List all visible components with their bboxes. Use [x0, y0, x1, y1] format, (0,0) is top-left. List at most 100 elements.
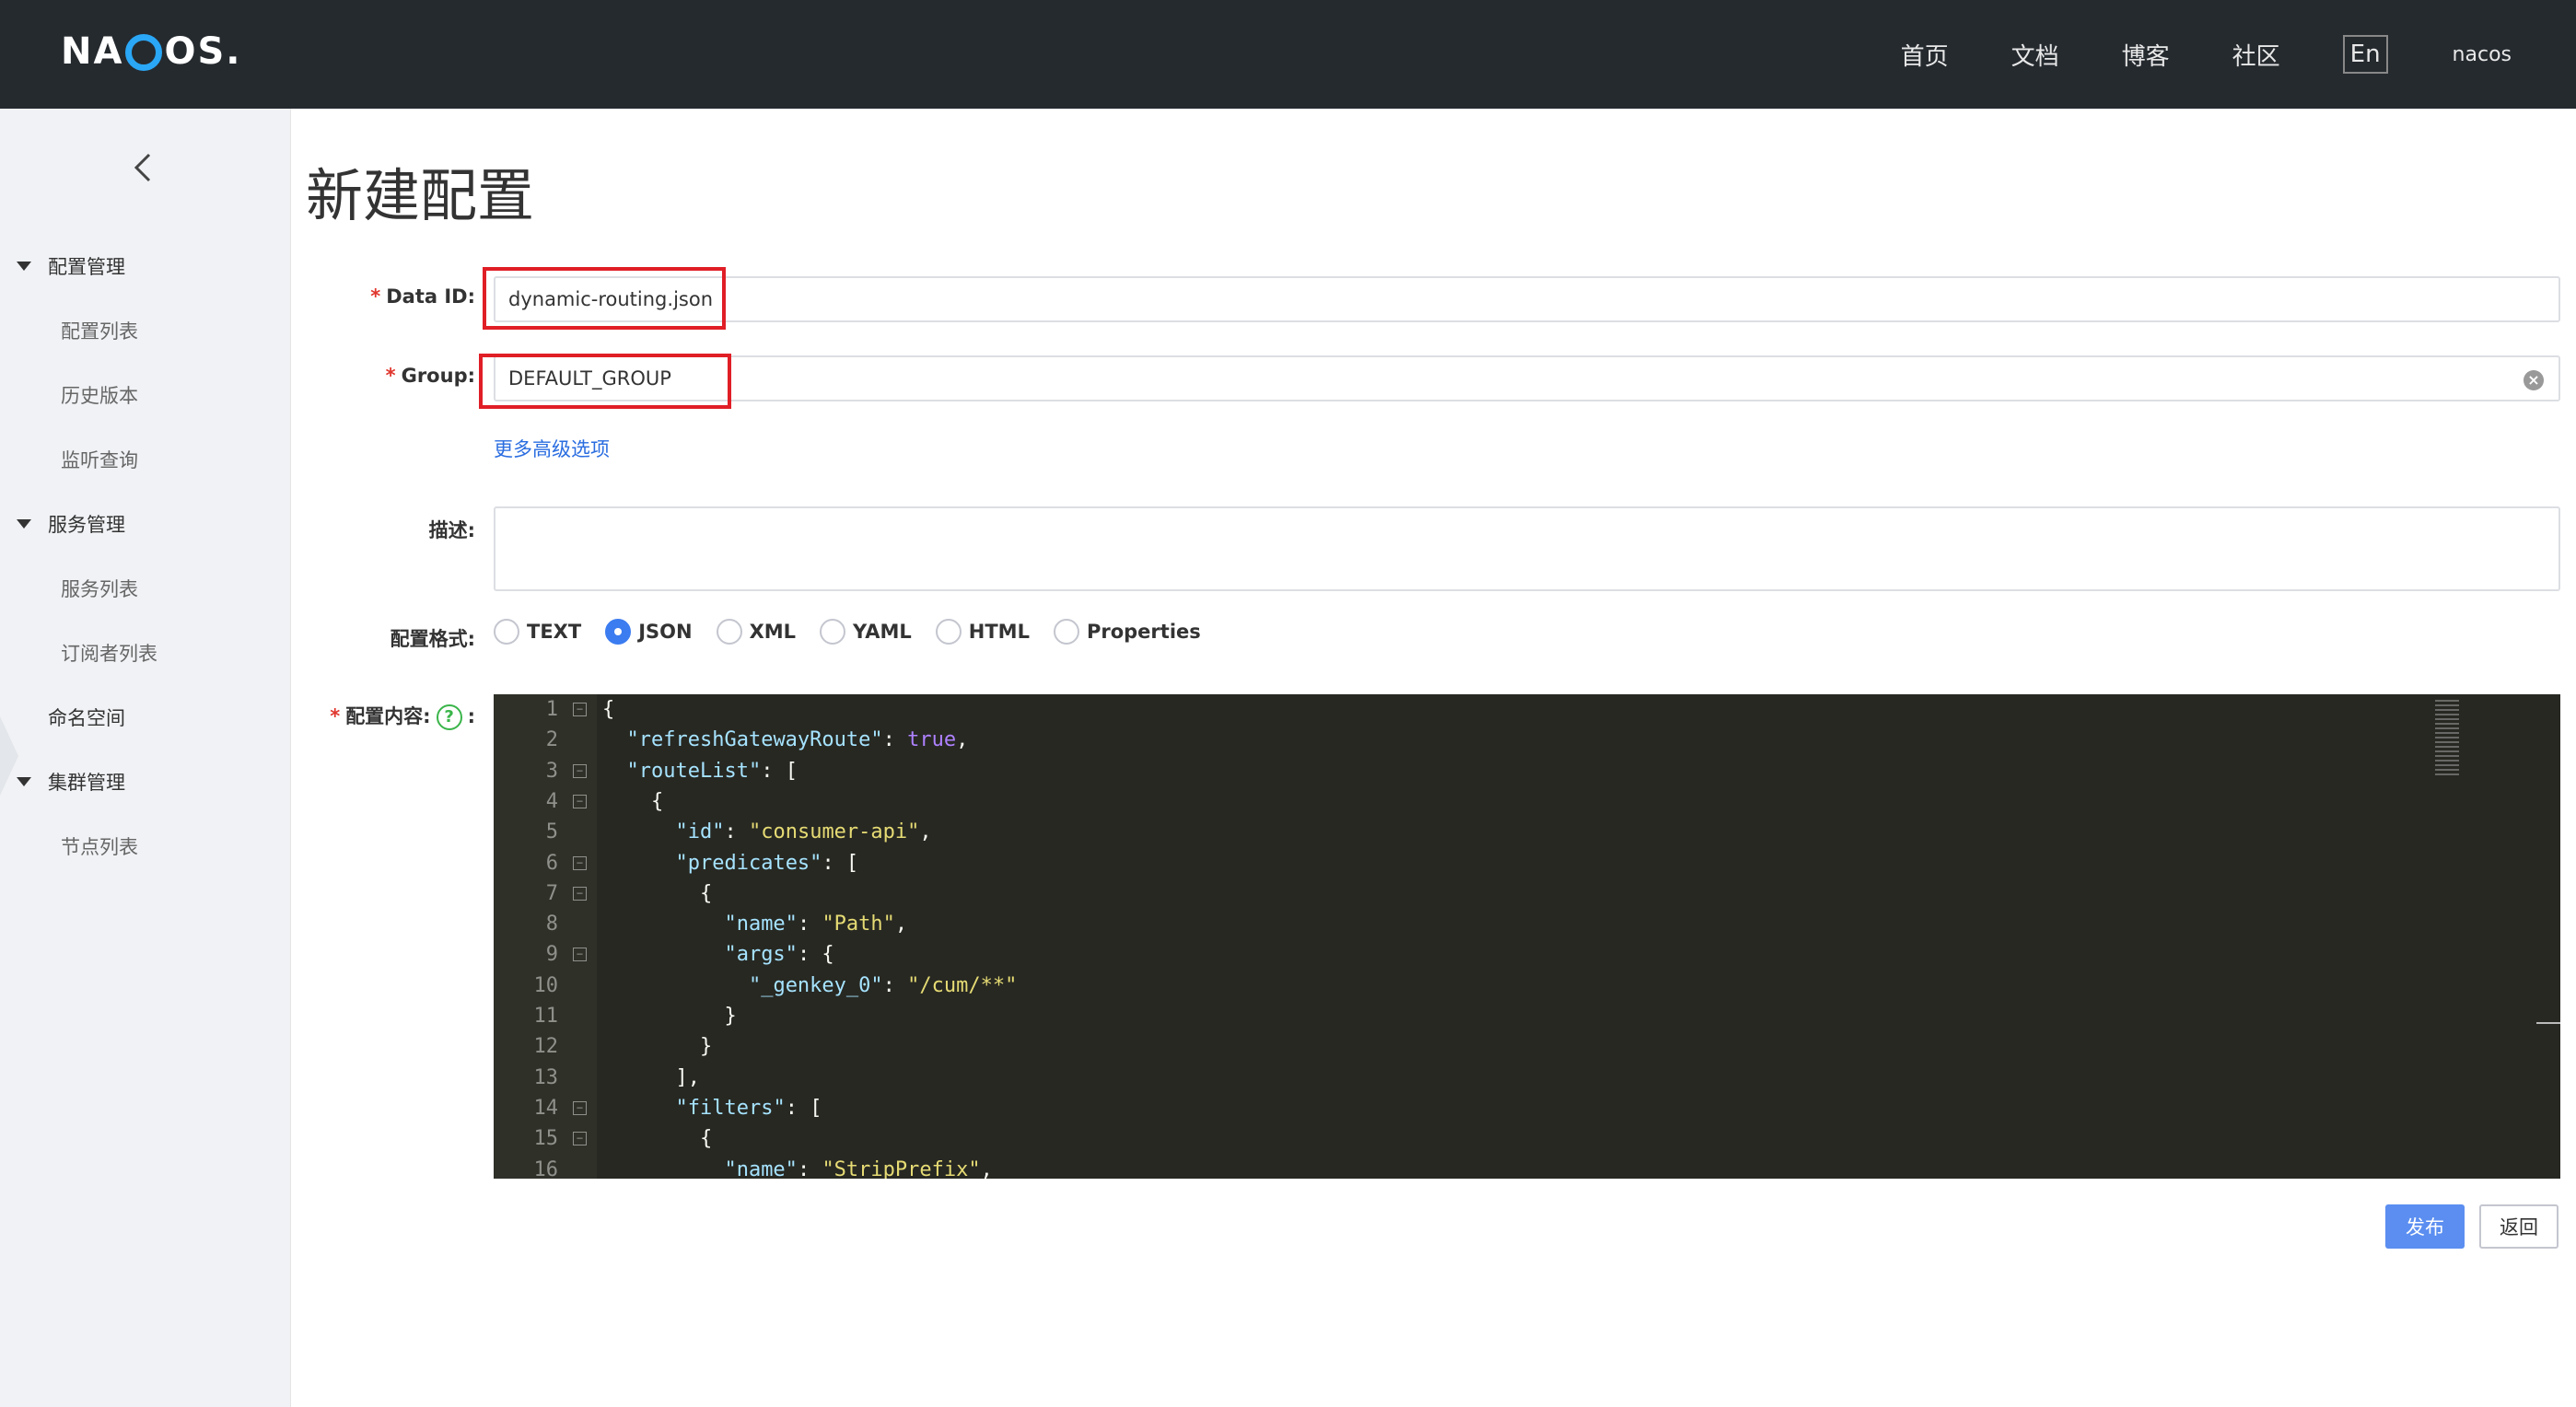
radio-circle: [1053, 619, 1079, 645]
line-number: 16: [533, 1157, 559, 1180]
format-radio-xml[interactable]: XML: [716, 619, 796, 645]
caret-down-icon: [17, 777, 31, 786]
sidebar-item-node-list[interactable]: 节点列表: [61, 832, 138, 860]
nav-blog[interactable]: 博客: [2122, 38, 2170, 72]
line-number: 14: [533, 1096, 559, 1120]
fold-toggle-icon[interactable]: −: [573, 1132, 587, 1146]
group-label: * Group:: [291, 365, 475, 387]
logo-ring-icon: [125, 34, 163, 71]
editor-line[interactable]: 10 "_genkey_0": "/cum/**": [494, 971, 2560, 1001]
editor-line[interactable]: 16 "name": "StripPrefix",: [494, 1155, 2560, 1180]
logo-dot: .: [226, 30, 242, 73]
format-radio-group: TEXT JSON XML YAML HTML Properties: [494, 619, 1225, 645]
fold-toggle-icon[interactable]: −: [573, 886, 587, 901]
back-button[interactable]: 返回: [2479, 1204, 2559, 1249]
code-text: "id": "consumer-api",: [675, 820, 932, 844]
line-number: 2: [545, 728, 558, 752]
fold-toggle-icon[interactable]: −: [573, 703, 587, 716]
data-id-input[interactable]: dynamic-routing.json: [494, 276, 2560, 322]
fold-toggle-icon[interactable]: −: [573, 855, 587, 870]
editor-line[interactable]: 8 "name": "Path",: [494, 909, 2560, 939]
required-asterisk: *: [370, 285, 381, 308]
description-textarea[interactable]: [494, 506, 2560, 591]
main-content: 新建配置 * Data ID: dynamic-routing.json * Gro…: [291, 109, 2576, 1407]
sidebar-group-label: 服务管理: [48, 514, 125, 536]
editor-line[interactable]: 15− {: [494, 1123, 2560, 1154]
page-title: 新建配置: [306, 162, 535, 229]
format-radio-html[interactable]: HTML: [935, 619, 1030, 645]
line-number: 6: [545, 851, 558, 875]
nacos-logo[interactable]: NA OS.: [61, 28, 241, 76]
required-asterisk: *: [385, 365, 396, 387]
editor-line[interactable]: 11 }: [494, 1001, 2560, 1031]
advanced-options-link[interactable]: 更多高级选项: [494, 435, 610, 462]
code-text: {: [602, 881, 713, 905]
format-radio-text[interactable]: TEXT: [494, 619, 581, 645]
sidebar-group-service[interactable]: 服务管理: [17, 510, 125, 538]
fold-toggle-icon[interactable]: −: [573, 763, 587, 778]
editor-scroll-indicator[interactable]: [2536, 1022, 2560, 1024]
code-text: "args": {: [724, 943, 834, 967]
data-id-label-text: Data ID:: [386, 285, 475, 308]
sidebar-item-listener-query[interactable]: 监听查询: [61, 446, 138, 473]
nav-home[interactable]: 首页: [1901, 38, 1949, 72]
help-icon[interactable]: ?: [436, 704, 462, 730]
radio-circle: [935, 619, 962, 645]
group-input[interactable]: DEFAULT_GROUP ×: [494, 355, 2560, 401]
editor-line[interactable]: 5 "id": "consumer-api",: [494, 817, 2560, 847]
format-radio-properties[interactable]: Properties: [1053, 619, 1201, 645]
fold-toggle-icon[interactable]: −: [573, 948, 587, 962]
sidebar-group-cluster[interactable]: 集群管理: [17, 768, 125, 796]
sidebar-item-subscriber-list[interactable]: 订阅者列表: [61, 639, 157, 667]
editor-line[interactable]: 4 − {: [494, 786, 2560, 817]
sidebar-item-history[interactable]: 历史版本: [61, 381, 138, 409]
fold-toggle-icon[interactable]: −: [573, 794, 587, 808]
radio-label: YAML: [853, 621, 912, 643]
line-number: 3: [545, 759, 558, 783]
sidebar-item-service-list[interactable]: 服务列表: [61, 575, 138, 602]
logo-text-right: OS: [164, 30, 227, 73]
editor-line[interactable]: 9 − "args": {: [494, 939, 2560, 970]
clear-icon[interactable]: ×: [2524, 370, 2544, 390]
editor-line[interactable]: 1 − {: [494, 694, 2560, 725]
code-text: "routeList": [: [626, 759, 798, 783]
format-radio-json[interactable]: JSON: [605, 619, 693, 645]
collapse-sidebar-icon[interactable]: [125, 149, 162, 186]
nav-community[interactable]: 社区: [2232, 38, 2280, 72]
line-number: 8: [545, 913, 558, 936]
line-number: 12: [533, 1035, 559, 1059]
editor-line[interactable]: 12 }: [494, 1031, 2560, 1062]
nav-docs[interactable]: 文档: [2011, 38, 2059, 72]
editor-line[interactable]: 6− "predicates": [: [494, 848, 2560, 878]
publish-button[interactable]: 发布: [2385, 1204, 2465, 1249]
fold-toggle-icon[interactable]: −: [573, 1100, 587, 1115]
content-label-colon: :: [467, 705, 475, 727]
code-text: "refreshGatewayRoute": true,: [626, 728, 969, 752]
editor-line[interactable]: 14− "filters": [: [494, 1093, 2560, 1123]
user-name[interactable]: nacos: [2453, 43, 2512, 66]
line-number: 15: [533, 1127, 559, 1151]
code-text: }: [602, 1005, 737, 1028]
code-text: "filters": [: [675, 1096, 822, 1120]
editor-line[interactable]: 13 ],: [494, 1063, 2560, 1093]
radio-circle: [716, 619, 742, 645]
editor-line[interactable]: 3− "routeList": [: [494, 756, 2560, 786]
language-toggle-button[interactable]: En: [2342, 35, 2388, 74]
top-nav: 首页 文档 博客 社区 En nacos: [1901, 0, 2576, 109]
code-text: ],: [602, 1065, 700, 1089]
editor-line[interactable]: 7− {: [494, 878, 2560, 909]
format-radio-yaml[interactable]: YAML: [820, 619, 912, 645]
code-text: {: [602, 698, 615, 721]
sidebar-group-config[interactable]: 配置管理: [17, 252, 125, 280]
line-number: 11: [533, 1005, 559, 1028]
code-editor[interactable]: 1−{2 "refreshGatewayRoute": true, 3− "rou…: [494, 694, 2560, 1179]
sidebar-notch: [0, 716, 18, 796]
code-text: "predicates": [: [675, 851, 859, 875]
code-text: "_genkey_0": "/cum/**": [748, 973, 1018, 997]
editor-line[interactable]: 2 "refreshGatewayRoute": true,: [494, 725, 2560, 755]
sidebar-item-namespace[interactable]: 命名空间: [48, 704, 125, 731]
code-text: "name": "Path",: [724, 913, 908, 936]
radio-label: HTML: [968, 621, 1030, 643]
sidebar-item-config-list[interactable]: 配置列表: [61, 317, 138, 344]
data-id-label: * Data ID:: [291, 285, 475, 308]
